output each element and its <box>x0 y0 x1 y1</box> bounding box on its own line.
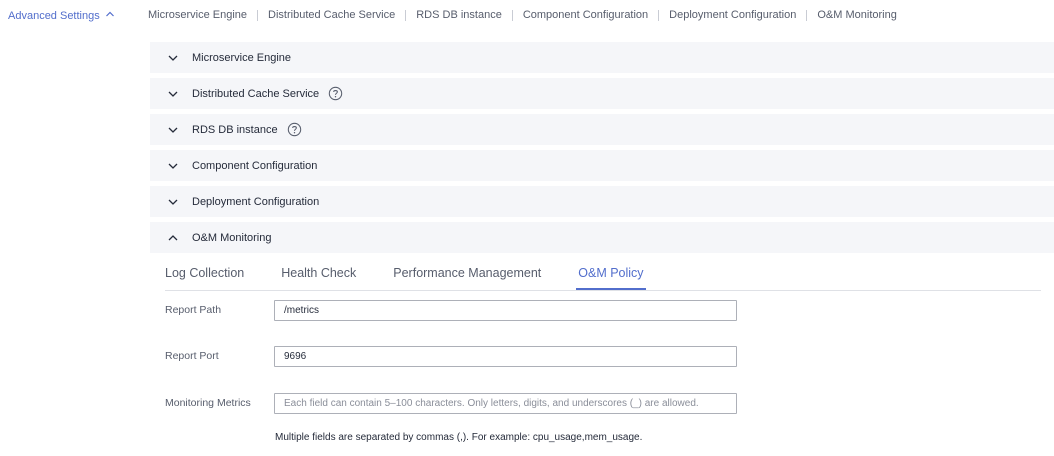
accordion-panels: Microservice Engine Distributed Cache Se… <box>150 42 1054 258</box>
advanced-settings-page: Advanced Settings Microservice Engine Di… <box>0 0 1054 456</box>
monitoring-metrics-hint: Multiple fields are separated by commas … <box>275 432 643 443</box>
panel-om-monitoring[interactable]: O&M Monitoring <box>150 222 1054 253</box>
chevron-down-icon <box>167 160 179 172</box>
panel-title: Microservice Engine <box>192 51 292 64</box>
om-monitoring-tabs: Log Collection Health Check Performance … <box>165 258 1041 291</box>
panel-rds-db-instance[interactable]: RDS DB instance <box>150 114 1054 145</box>
chevron-up-icon <box>167 232 179 244</box>
anchor-divider <box>658 9 660 21</box>
monitoring-metrics-input[interactable] <box>274 393 737 414</box>
chevron-up-icon <box>105 9 115 22</box>
advanced-settings-toggle[interactable]: Advanced Settings <box>8 9 115 22</box>
monitoring-metrics-label: Monitoring Metrics <box>165 397 251 409</box>
tab-log-collection[interactable]: Log Collection <box>165 258 244 289</box>
panel-deployment-configuration[interactable]: Deployment Configuration <box>150 186 1054 217</box>
panel-title: Distributed Cache Service <box>192 87 320 100</box>
tab-health-check[interactable]: Health Check <box>281 258 356 289</box>
panel-title: Component Configuration <box>192 159 318 172</box>
tab-performance-management[interactable]: Performance Management <box>393 258 541 289</box>
chevron-down-icon <box>167 196 179 208</box>
advanced-settings-label: Advanced Settings <box>8 9 100 22</box>
tab-om-policy[interactable]: O&M Policy <box>576 258 646 290</box>
help-icon[interactable] <box>328 86 343 101</box>
anchor-nav: Microservice Engine Distributed Cache Se… <box>148 9 897 21</box>
chevron-down-icon <box>167 52 179 64</box>
report-port-input[interactable] <box>274 346 737 367</box>
anchor-divider <box>806 9 808 21</box>
anchor-distributed-cache-service[interactable]: Distributed Cache Service <box>268 9 395 21</box>
panel-microservice-engine[interactable]: Microservice Engine <box>150 42 1054 73</box>
panel-distributed-cache-service[interactable]: Distributed Cache Service <box>150 78 1054 109</box>
help-icon[interactable] <box>287 122 302 137</box>
panel-title: Deployment Configuration <box>192 195 320 208</box>
panel-title: O&M Monitoring <box>192 231 272 244</box>
anchor-microservice-engine[interactable]: Microservice Engine <box>148 9 247 21</box>
anchor-divider <box>405 9 407 21</box>
anchor-component-configuration[interactable]: Component Configuration <box>523 9 648 21</box>
report-path-input[interactable] <box>274 300 737 321</box>
anchor-divider <box>511 9 513 21</box>
panel-component-configuration[interactable]: Component Configuration <box>150 150 1054 181</box>
anchor-divider <box>257 9 259 21</box>
anchor-rds-db-instance[interactable]: RDS DB instance <box>416 9 502 21</box>
report-path-label: Report Path <box>165 304 222 316</box>
panel-title: RDS DB instance <box>192 123 278 136</box>
chevron-down-icon <box>167 88 179 100</box>
anchor-om-monitoring[interactable]: O&M Monitoring <box>817 9 896 21</box>
chevron-down-icon <box>167 124 179 136</box>
report-port-label: Report Port <box>165 350 219 362</box>
anchor-deployment-configuration[interactable]: Deployment Configuration <box>669 9 796 21</box>
